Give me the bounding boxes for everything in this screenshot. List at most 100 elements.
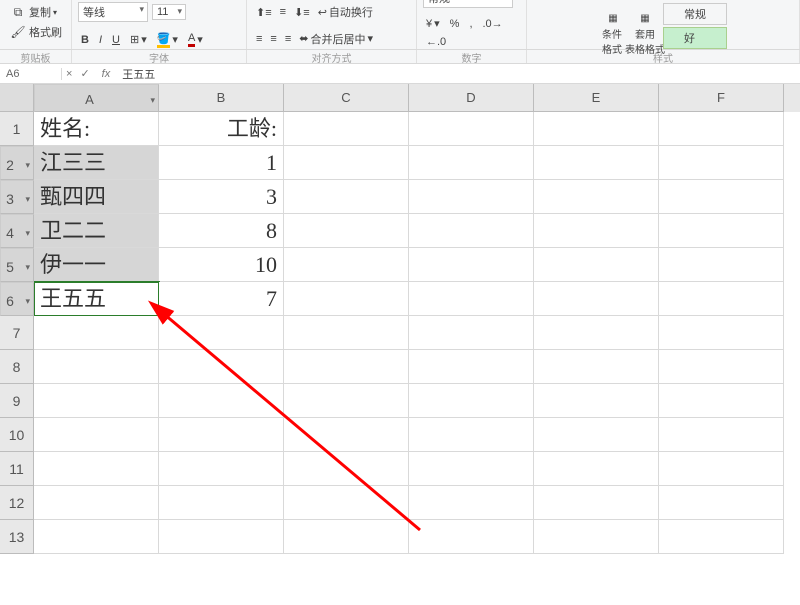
cell-D7[interactable] — [409, 316, 534, 350]
cell-E9[interactable] — [534, 384, 659, 418]
cell-E12[interactable] — [534, 486, 659, 520]
cell-C8[interactable] — [284, 350, 409, 384]
cell-A7[interactable] — [34, 316, 159, 350]
row-header-2[interactable]: 2 — [0, 146, 34, 180]
table-format-button[interactable]: ▦套用 表格格式 — [631, 12, 659, 40]
merge-center-button[interactable]: ⬌合并后居中▾ — [296, 30, 376, 48]
cell-D3[interactable] — [409, 180, 534, 214]
cell-B4[interactable]: 8 — [159, 214, 284, 248]
cell-F9[interactable] — [659, 384, 784, 418]
cell-B12[interactable] — [159, 486, 284, 520]
cell-E2[interactable] — [534, 146, 659, 180]
row-header-3[interactable]: 3 — [0, 180, 34, 214]
cell-B7[interactable] — [159, 316, 284, 350]
cell-D1[interactable] — [409, 112, 534, 146]
cell-D9[interactable] — [409, 384, 534, 418]
cell-E11[interactable] — [534, 452, 659, 486]
cancel-icon[interactable]: × — [62, 68, 76, 80]
cell-B2[interactable]: 1 — [159, 146, 284, 180]
cell-E8[interactable] — [534, 350, 659, 384]
cell-C12[interactable] — [284, 486, 409, 520]
cell-F4[interactable] — [659, 214, 784, 248]
border-button[interactable]: ⊞▾ — [127, 32, 150, 47]
cell-A4[interactable]: 卫二二 — [34, 214, 159, 248]
style-good[interactable]: 好 — [663, 27, 727, 49]
number-format-select[interactable]: 常规 — [423, 0, 513, 8]
cell-E7[interactable] — [534, 316, 659, 350]
cell-E6[interactable] — [534, 282, 659, 316]
align-bot-button[interactable]: ⬇≡ — [291, 5, 313, 20]
col-header-A[interactable]: A — [34, 84, 159, 112]
cell-E1[interactable] — [534, 112, 659, 146]
cell-E3[interactable] — [534, 180, 659, 214]
cell-A1[interactable]: 姓名: — [34, 112, 159, 146]
cell-F10[interactable] — [659, 418, 784, 452]
cell-B1[interactable]: 工龄: — [159, 112, 284, 146]
cell-D10[interactable] — [409, 418, 534, 452]
row-header-5[interactable]: 5 — [0, 248, 34, 282]
align-top-button[interactable]: ⬆≡ — [253, 5, 275, 20]
cell-B3[interactable]: 3 — [159, 180, 284, 214]
cell-A11[interactable] — [34, 452, 159, 486]
align-mid-button[interactable]: ≡ — [277, 5, 289, 19]
align-right-button[interactable]: ≡ — [282, 32, 294, 46]
cell-C9[interactable] — [284, 384, 409, 418]
fill-color-button[interactable]: 🪣▾ — [154, 31, 181, 49]
cell-E13[interactable] — [534, 520, 659, 554]
italic-button[interactable]: I — [96, 33, 105, 47]
inc-decimal-button[interactable]: .0→ — [480, 17, 506, 31]
cell-C11[interactable] — [284, 452, 409, 486]
col-header-E[interactable]: E — [534, 84, 659, 112]
cell-B11[interactable] — [159, 452, 284, 486]
cell-F3[interactable] — [659, 180, 784, 214]
cell-F8[interactable] — [659, 350, 784, 384]
row-header-4[interactable]: 4 — [0, 214, 34, 248]
cell-A5[interactable]: 伊一一 — [34, 248, 159, 282]
cell-A3[interactable]: 甄四四 — [34, 180, 159, 214]
cell-D8[interactable] — [409, 350, 534, 384]
dec-decimal-button[interactable]: ←.0 — [423, 35, 449, 49]
align-center-button[interactable]: ≡ — [267, 32, 279, 46]
formula-input[interactable]: 王五五 — [118, 66, 800, 82]
cell-D6[interactable] — [409, 282, 534, 316]
cell-B6[interactable]: 7 — [159, 282, 284, 316]
cell-C7[interactable] — [284, 316, 409, 350]
cell-D13[interactable] — [409, 520, 534, 554]
cell-A13[interactable] — [34, 520, 159, 554]
cell-B13[interactable] — [159, 520, 284, 554]
cell-B10[interactable] — [159, 418, 284, 452]
format-painter-button[interactable]: 🖌格式刷 — [6, 22, 65, 42]
row-header-13[interactable]: 13 — [0, 520, 34, 554]
cond-format-button[interactable]: ▦条件格式 — [599, 12, 627, 40]
font-name-select[interactable]: 等线 — [78, 2, 148, 22]
cell-F1[interactable] — [659, 112, 784, 146]
cell-F2[interactable] — [659, 146, 784, 180]
cell-D5[interactable] — [409, 248, 534, 282]
cell-F12[interactable] — [659, 486, 784, 520]
col-header-F[interactable]: F — [659, 84, 784, 112]
percent-button[interactable]: % — [447, 17, 463, 31]
cell-C1[interactable] — [284, 112, 409, 146]
cell-B9[interactable] — [159, 384, 284, 418]
cell-D4[interactable] — [409, 214, 534, 248]
cell-E5[interactable] — [534, 248, 659, 282]
cell-A2[interactable]: 江三三 — [34, 146, 159, 180]
font-size-select[interactable]: 11 — [152, 4, 186, 20]
cell-D12[interactable] — [409, 486, 534, 520]
row-header-7[interactable]: 7 — [0, 316, 34, 350]
cell-E10[interactable] — [534, 418, 659, 452]
cell-A12[interactable] — [34, 486, 159, 520]
font-color-button[interactable]: A▾ — [185, 31, 206, 48]
row-header-10[interactable]: 10 — [0, 418, 34, 452]
col-header-B[interactable]: B — [159, 84, 284, 112]
cell-A6[interactable]: 王五五 — [34, 282, 159, 316]
cell-F6[interactable] — [659, 282, 784, 316]
cell-C5[interactable] — [284, 248, 409, 282]
row-header-12[interactable]: 12 — [0, 486, 34, 520]
cell-C4[interactable] — [284, 214, 409, 248]
cell-A8[interactable] — [34, 350, 159, 384]
col-header-C[interactable]: C — [284, 84, 409, 112]
cell-C13[interactable] — [284, 520, 409, 554]
wrap-text-button[interactable]: ↩自动换行 — [315, 3, 376, 21]
copy-button[interactable]: ⧉复制▾ — [6, 2, 60, 22]
